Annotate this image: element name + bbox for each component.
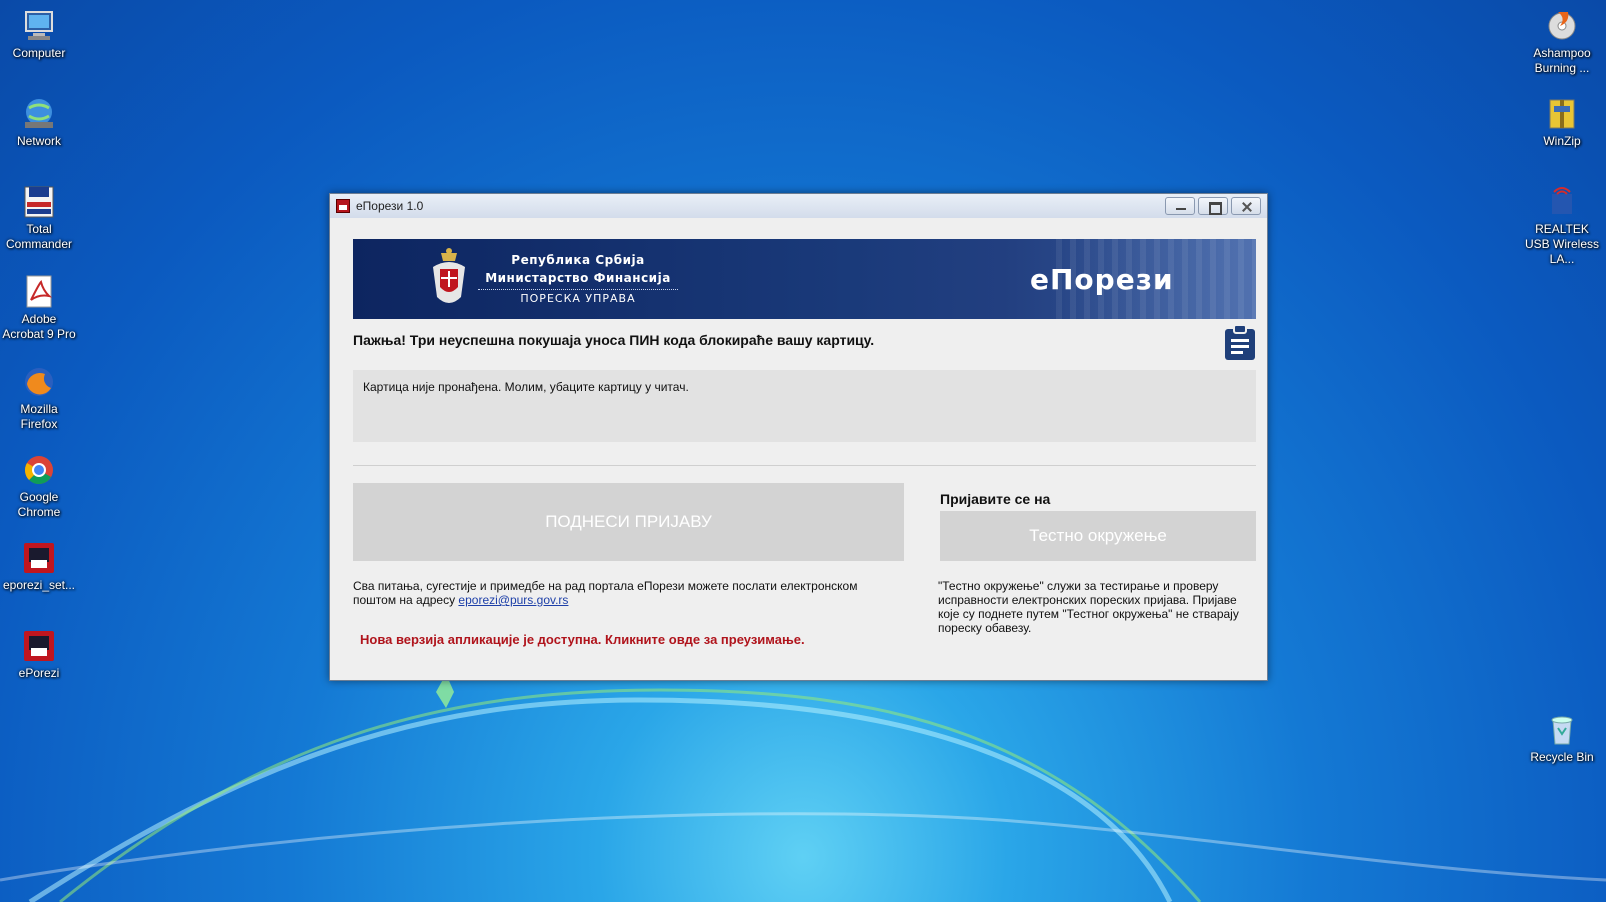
desktop-icon-label: Google Chrome (17, 490, 61, 519)
window-titlebar[interactable]: еПорези 1.0 (330, 194, 1267, 218)
desktop-icon-label: Recycle Bin (1530, 750, 1594, 764)
ashampoo-icon (1544, 8, 1580, 44)
desktop-icon-total-commander[interactable]: Total Commander (1, 184, 77, 252)
header-banner: Република Србија Министарство Финансија … (353, 239, 1256, 319)
window-title: еПорези 1.0 (356, 199, 424, 213)
close-button[interactable] (1231, 197, 1261, 215)
submit-application-button[interactable]: ПОДНЕСИ ПРИЈАВУ (353, 483, 904, 561)
desktop-icon-winzip[interactable]: WinZip (1524, 96, 1600, 149)
contact-info: Сва питања, сугестије и примедбе на рад … (353, 579, 893, 607)
serbian-crest-icon (433, 248, 465, 303)
desktop-icon-label: Adobe Acrobat 9 Pro (2, 312, 76, 341)
chrome-icon (21, 452, 57, 488)
banner-line-3: ПОРЕСКА УПРАВА (520, 292, 636, 305)
app-icon (336, 199, 350, 213)
desktop-icon-firefox[interactable]: Mozilla Firefox (1, 364, 77, 432)
ministry-text: Република Србија Министарство Финансија … (478, 251, 678, 308)
eporezi-logo: еПорези (1030, 263, 1174, 296)
desktop-icon-chrome[interactable]: Google Chrome (1, 452, 77, 520)
firefox-icon (21, 364, 57, 400)
login-label: Пријавите се на (940, 491, 1051, 507)
desktop-icon-label: Ashampoo Burning ... (1533, 46, 1591, 75)
desktop-icon-network[interactable]: Network (1, 96, 77, 149)
desktop-icon-eporezi-setup[interactable]: eporezi_set... (1, 540, 77, 593)
divider (353, 465, 1256, 466)
eporezi-window: еПорези 1.0 Република Србија Министарств… (329, 193, 1268, 681)
desktop-icon-label: REALTEK USB Wireless LA... (1524, 222, 1599, 266)
email-link[interactable]: eporezi@purs.gov.rs (458, 593, 568, 607)
desktop-icon-eporezi[interactable]: ePorezi (1, 628, 77, 681)
status-message: Картица није пронађена. Молим, убаците к… (353, 370, 1256, 442)
desktop-icon-label: WinZip (1543, 134, 1581, 148)
pin-warning: Пажња! Три неуспешна покушаја уноса ПИН … (353, 332, 875, 348)
eporezi-setup-icon (21, 540, 57, 576)
recycle-bin-icon (1544, 712, 1580, 748)
desktop-icon-label: Network (16, 134, 61, 148)
computer-icon (21, 8, 57, 44)
acrobat-icon (21, 274, 57, 310)
eporezi-icon (21, 628, 57, 664)
test-environment-button[interactable]: Тестно окружење (940, 511, 1256, 561)
test-environment-info: "Тестно окружење" служи за тестирање и п… (938, 579, 1239, 635)
desktop-icon-label: eporezi_set... (2, 578, 76, 592)
desktop-icon-ashampoo[interactable]: Ashampoo Burning ... (1524, 8, 1600, 76)
window-client: Република Србија Министарство Финансија … (330, 218, 1267, 680)
clipboard-icon[interactable] (1223, 323, 1257, 361)
desktop-icon-realtek[interactable]: REALTEK USB Wireless LA... (1524, 184, 1600, 267)
desktop-icon-label: ePorezi (18, 666, 60, 680)
total-commander-icon (21, 184, 57, 220)
winzip-icon (1544, 96, 1580, 132)
desktop-icon-computer[interactable]: Computer (1, 8, 77, 61)
desktop-icon-label: Total Commander (5, 222, 73, 251)
desktop-icon-acrobat[interactable]: Adobe Acrobat 9 Pro (1, 274, 77, 342)
banner-line-2: Министарство Финансија (478, 269, 678, 290)
contact-text: Сва питања, сугестије и примедбе на рад … (353, 579, 858, 607)
desktop-icon-label: Computer (12, 46, 66, 60)
desktop-icon-label: Mozilla Firefox (20, 402, 58, 431)
banner-line-1: Република Србија (511, 253, 645, 267)
maximize-button[interactable] (1198, 197, 1228, 215)
minimize-button[interactable] (1165, 197, 1195, 215)
network-icon (21, 96, 57, 132)
window-controls (1165, 197, 1261, 215)
realtek-icon (1544, 184, 1580, 220)
desktop-icon-recycle-bin[interactable]: Recycle Bin (1524, 712, 1600, 765)
update-link[interactable]: Нова верзија апликације је доступна. Кли… (360, 632, 805, 647)
